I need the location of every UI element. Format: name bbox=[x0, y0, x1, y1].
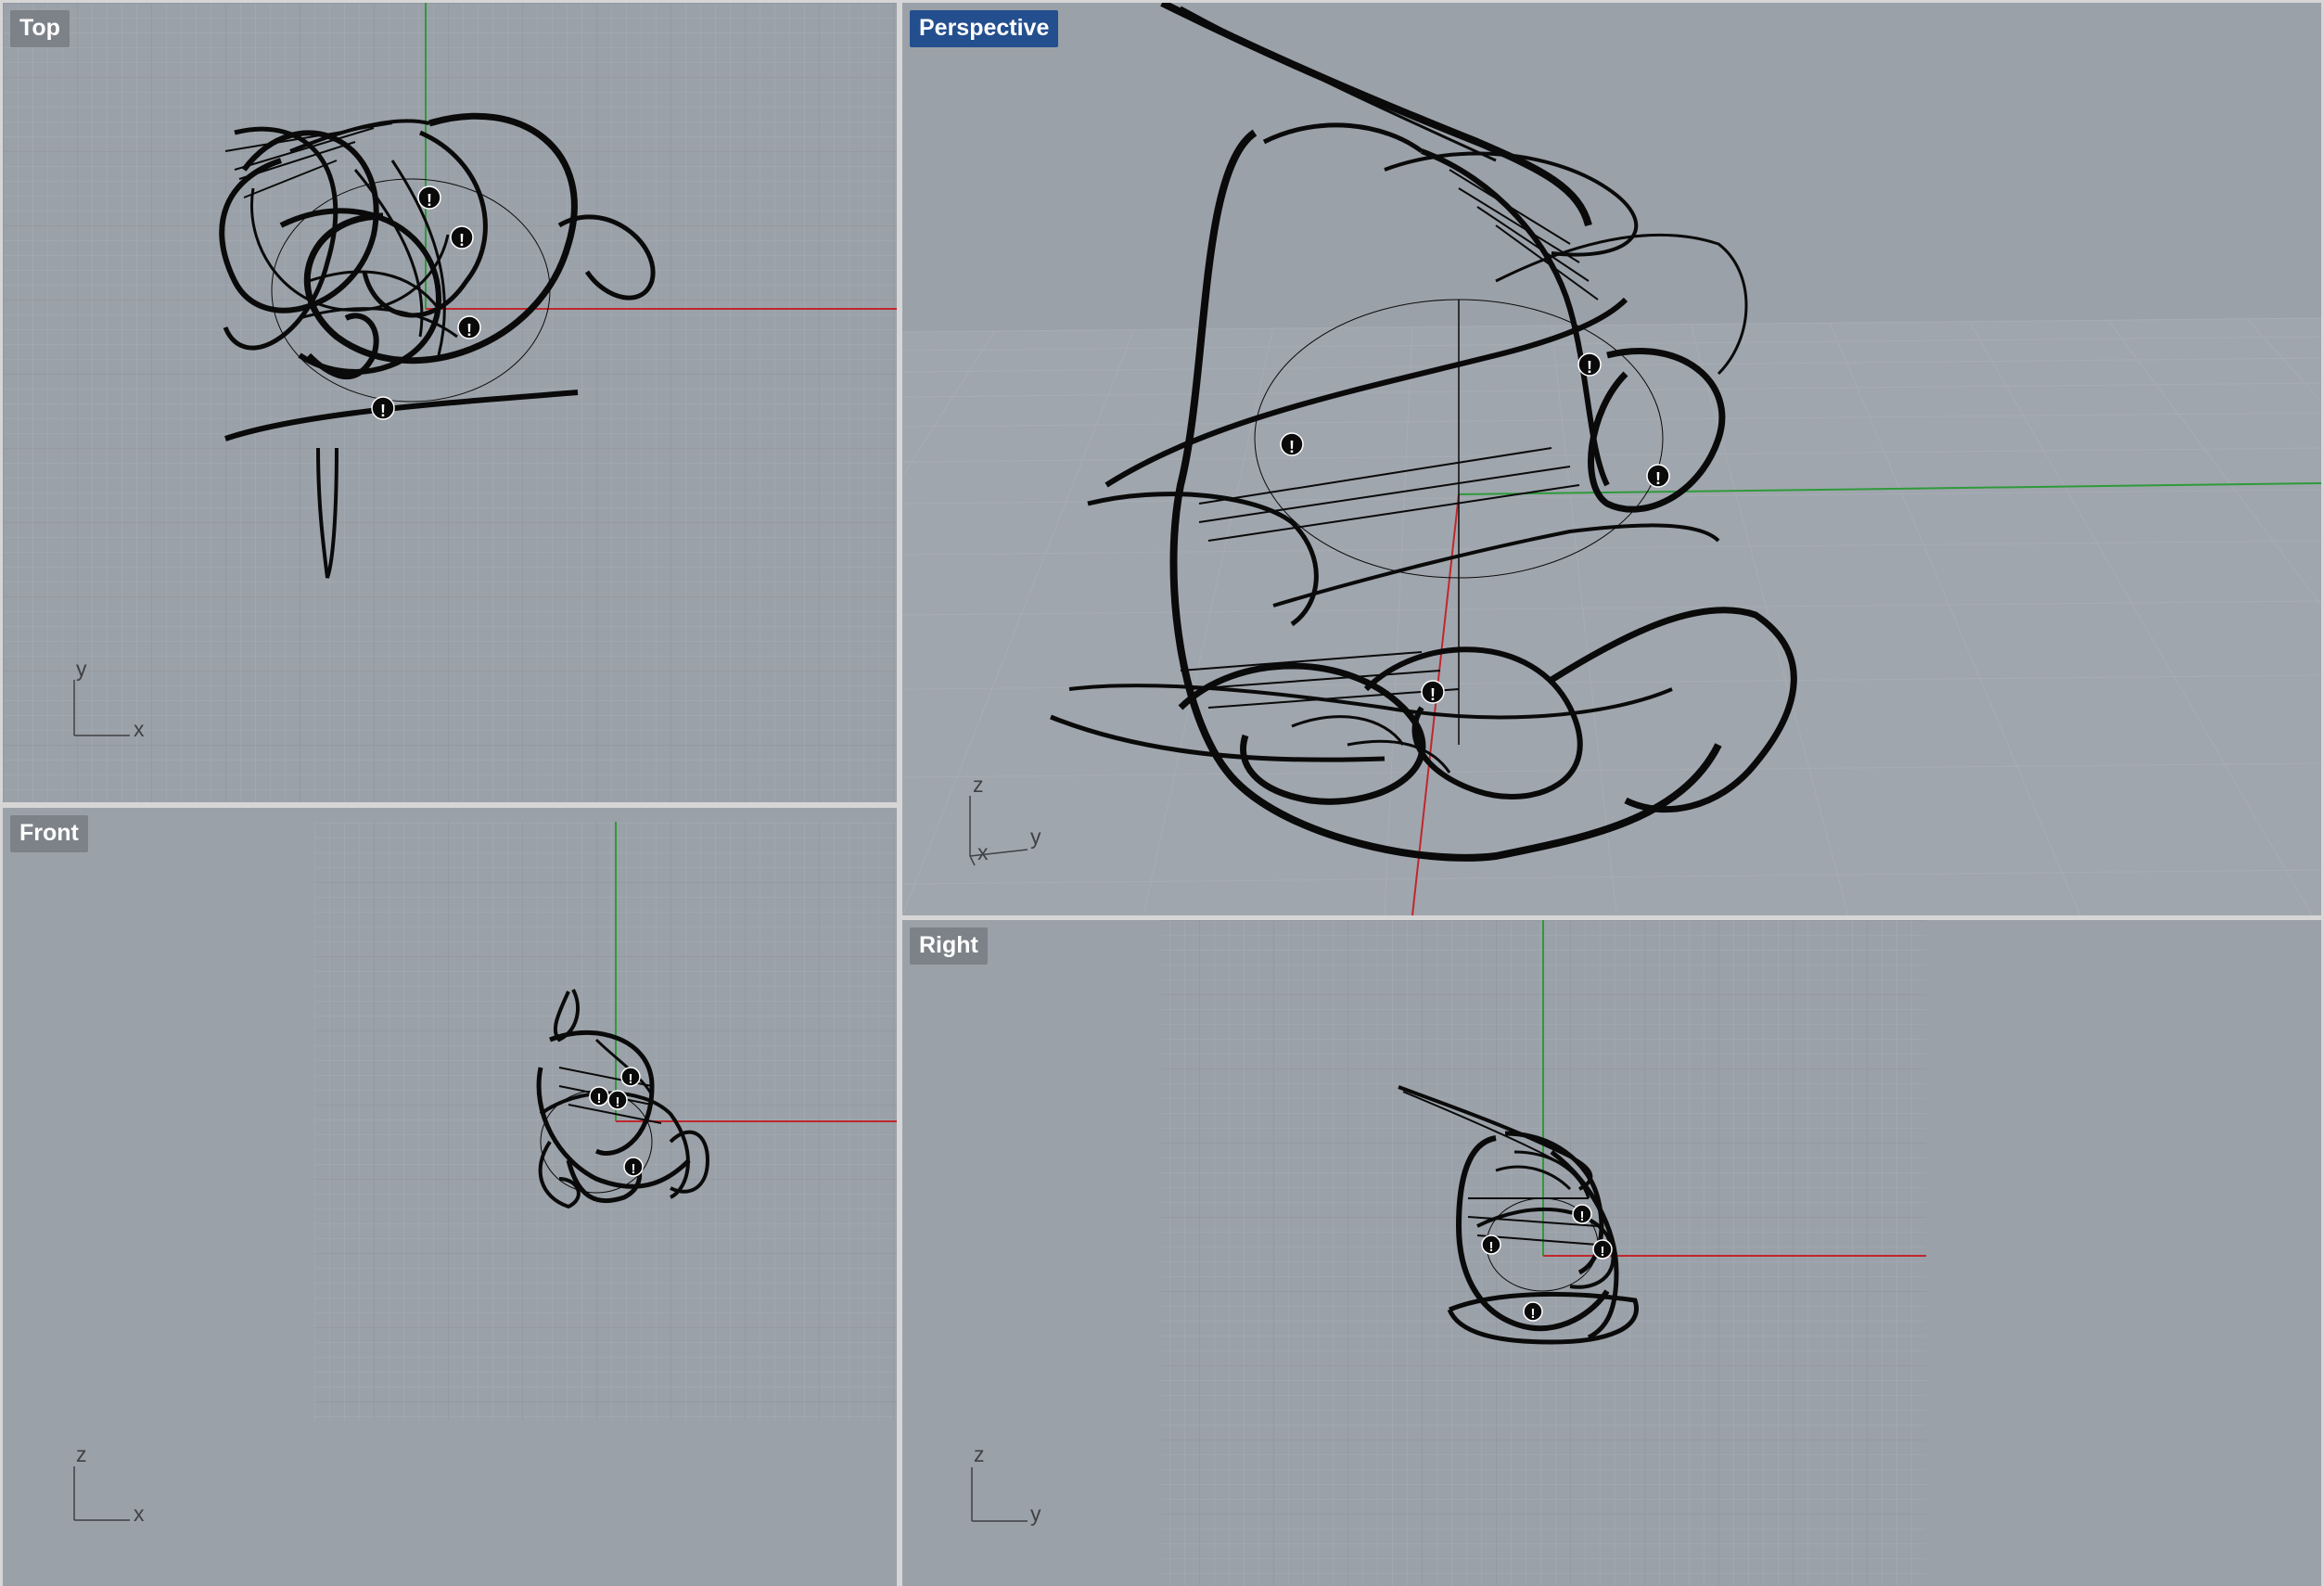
viewport-label-right[interactable]: Right bbox=[910, 927, 988, 965]
warning-glyph: ! bbox=[1531, 1306, 1536, 1322]
axis-indicator bbox=[73, 1466, 130, 1521]
viewport-label-top[interactable]: Top bbox=[10, 10, 70, 47]
axis-label-x: x bbox=[134, 717, 145, 741]
axis-label-z: z bbox=[974, 1442, 985, 1466]
viewport-label-perspective[interactable]: Perspective bbox=[910, 10, 1059, 47]
viewport-front[interactable]: ! ! ! ! Front z x bbox=[3, 808, 897, 1586]
warning-glyph: ! bbox=[597, 1091, 602, 1106]
warning-glyph: ! bbox=[1587, 358, 1592, 377]
axis-label-y: y bbox=[76, 657, 87, 681]
right-view-canvas[interactable]: ! ! ! ! bbox=[902, 920, 2321, 1586]
warning-glyph: ! bbox=[427, 191, 432, 210]
warning-glyph: ! bbox=[459, 231, 465, 249]
axis-label-z: z bbox=[76, 1442, 87, 1466]
perspective-view-canvas[interactable]: ! ! ! ! bbox=[902, 3, 2321, 915]
axis-label-y: y bbox=[1030, 825, 1041, 849]
warning-glyph: ! bbox=[1289, 438, 1295, 456]
top-view-canvas[interactable]: ! ! ! ! bbox=[3, 3, 897, 802]
warning-glyph: ! bbox=[616, 1094, 620, 1110]
warning-glyph: ! bbox=[1430, 685, 1436, 704]
viewport-perspective[interactable]: ! ! ! ! Perspective z y x bbox=[902, 3, 2321, 915]
viewport-right[interactable]: ! ! ! ! Right z y bbox=[902, 920, 2321, 1586]
warning-glyph: ! bbox=[1489, 1239, 1494, 1255]
warning-glyph: ! bbox=[1655, 469, 1661, 488]
warning-glyph: ! bbox=[1601, 1244, 1605, 1260]
warning-glyph: ! bbox=[632, 1161, 636, 1177]
front-view-canvas[interactable]: ! ! ! ! bbox=[3, 808, 897, 1586]
warning-glyph: ! bbox=[1580, 1209, 1585, 1224]
axis-label-x: x bbox=[977, 840, 989, 864]
warning-glyph: ! bbox=[629, 1071, 633, 1087]
axis-label-x: x bbox=[134, 1502, 145, 1526]
warning-glyph: ! bbox=[380, 402, 386, 420]
viewport-top[interactable]: ! ! ! ! Top y x bbox=[3, 3, 897, 802]
axis-indicator bbox=[971, 1467, 1028, 1522]
viewport-label-front[interactable]: Front bbox=[10, 815, 88, 852]
axis-label-y: y bbox=[1030, 1502, 1041, 1526]
warning-glyph: ! bbox=[466, 321, 472, 339]
axis-label-z: z bbox=[973, 773, 984, 797]
